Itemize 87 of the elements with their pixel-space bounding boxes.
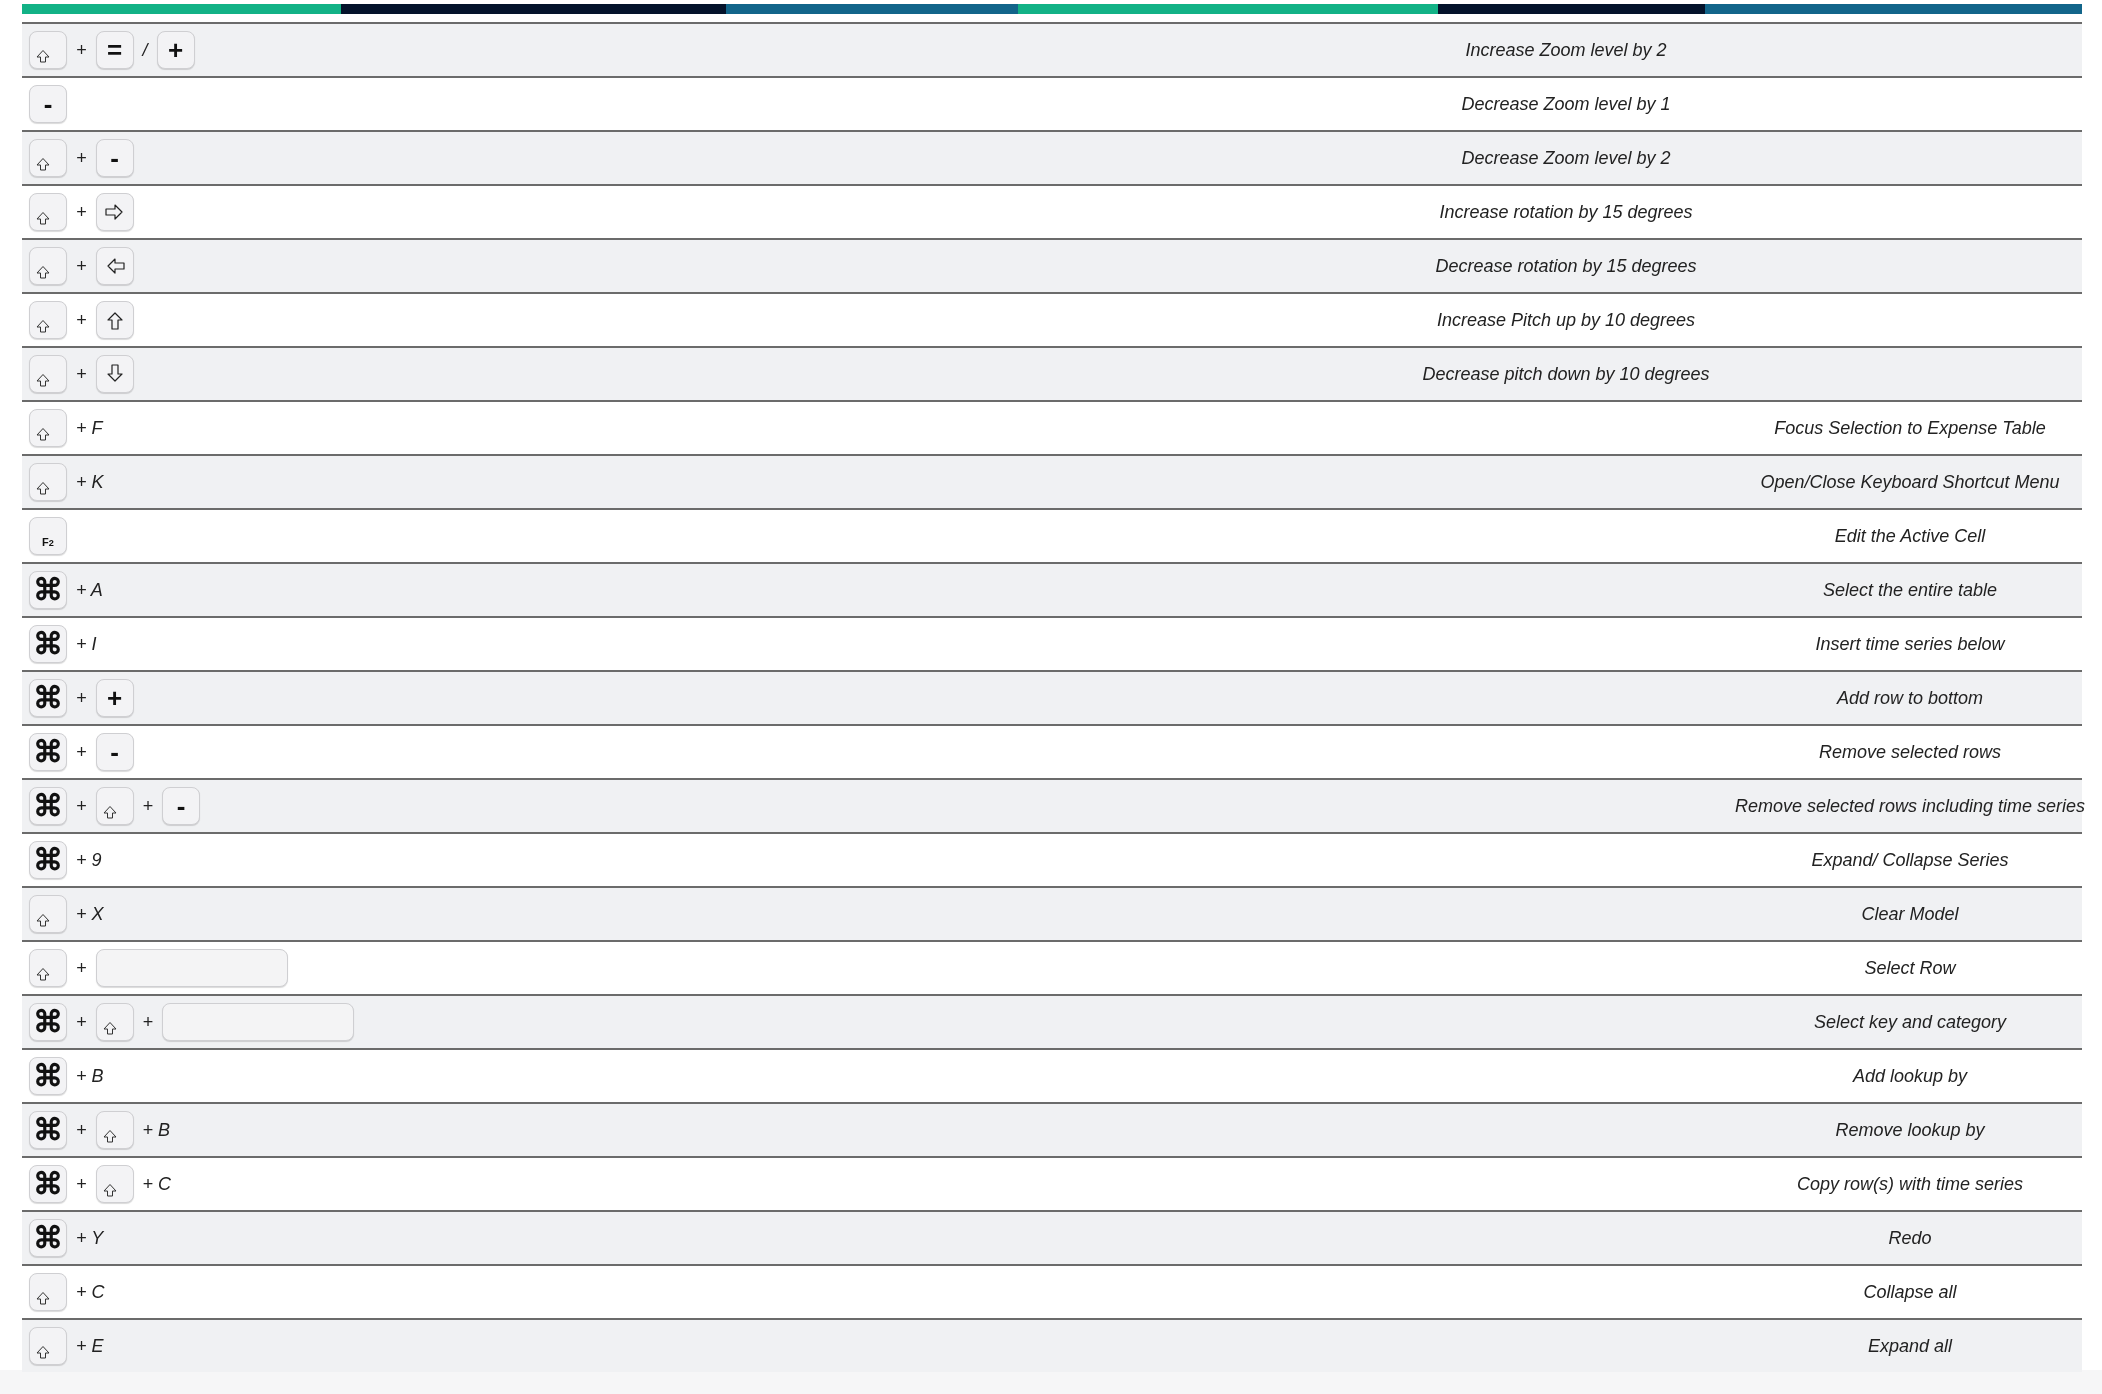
shortcut-description: Copy row(s) with time series xyxy=(1796,1173,2023,1195)
shortcut-description: Remove selected rows including time series xyxy=(1734,795,2086,817)
key-separator: + xyxy=(76,255,87,277)
key-separator: + xyxy=(76,1119,87,1141)
shortcut-description: Decrease rotation by 15 degrees xyxy=(1435,255,1697,277)
shift-icon xyxy=(102,1021,117,1035)
shift-icon xyxy=(102,1129,117,1143)
shift-icon xyxy=(102,1183,117,1197)
key-separator: + xyxy=(142,1011,154,1033)
key-separator: + xyxy=(76,1173,87,1195)
shift-icon xyxy=(36,967,50,981)
key-separator: + xyxy=(76,741,87,763)
command-key: ⌘ xyxy=(29,1219,67,1257)
shortcut-description: Add row to bottom xyxy=(1836,687,1984,709)
shortcut-description: Decrease pitch down by 10 degrees xyxy=(1422,363,1710,385)
key-separator: + xyxy=(76,795,87,817)
shortcut-description: Insert time series below xyxy=(1815,633,2005,655)
key-separator: + A xyxy=(76,579,103,601)
key-separator: + xyxy=(142,795,154,817)
shortcut-description: Collapse all xyxy=(1863,1281,1957,1303)
shortcut-description: Expand/ Collapse Series xyxy=(1811,849,2009,871)
shortcut-description: Select key and category xyxy=(1813,1011,2007,1033)
shortcut-description: Redo xyxy=(1888,1227,1932,1249)
shift-icon xyxy=(36,427,50,441)
shift-icon xyxy=(36,1291,50,1305)
shortcut-description: Clear Model xyxy=(1861,903,1959,925)
key-separator: + xyxy=(76,363,87,385)
key-separator: + 9 xyxy=(76,849,102,871)
keyboard-key: - xyxy=(29,85,67,123)
keyboard-key: = xyxy=(95,31,134,69)
shift-icon xyxy=(36,913,50,927)
command-key: ⌘ xyxy=(29,625,67,663)
shift-icon xyxy=(36,157,50,171)
key-separator: + B xyxy=(142,1119,171,1141)
command-key: ⌘ xyxy=(29,841,67,879)
key-separator: + B xyxy=(76,1065,104,1087)
command-key: ⌘ xyxy=(29,679,67,717)
command-key: ⌘ xyxy=(29,787,67,825)
shift-icon xyxy=(36,319,50,333)
key-separator: + C xyxy=(76,1281,105,1303)
shortcut-description: Remove selected rows xyxy=(1818,741,2002,763)
shift-icon xyxy=(36,211,50,225)
command-key: ⌘ xyxy=(29,733,67,771)
shortcut-description: Remove lookup by xyxy=(1835,1119,1985,1141)
command-key: ⌘ xyxy=(29,1165,67,1203)
key-separator: + xyxy=(76,957,87,979)
shortcut-description: Focus Selection to Expense Table xyxy=(1774,417,2046,439)
shortcut-description: Select Row xyxy=(1864,957,1956,979)
shift-icon xyxy=(102,805,117,819)
key-separator: + xyxy=(76,687,87,709)
shift-icon xyxy=(36,481,50,495)
key-separator: + F xyxy=(76,417,103,439)
keyboard-key: - xyxy=(95,139,134,177)
shortcut-description: Select the entire table xyxy=(1822,579,1998,601)
keyboard-key: + xyxy=(95,679,134,717)
shortcut-description: Expand all xyxy=(1867,1335,1953,1357)
key-separator: + xyxy=(76,1011,87,1033)
key-separator: + xyxy=(76,39,87,61)
keyboard-key: + xyxy=(156,31,195,69)
keyboard-key: - xyxy=(95,733,134,771)
shortcut-description: Add lookup by xyxy=(1852,1065,1968,1087)
key-separator: + K xyxy=(76,471,104,493)
key-separator: / xyxy=(142,39,148,61)
key-separator: + xyxy=(76,309,87,331)
command-key: ⌘ xyxy=(29,1003,67,1041)
key-separator: + xyxy=(76,201,87,223)
key-separator: + Y xyxy=(76,1227,104,1249)
keyboard-key: - xyxy=(162,787,201,825)
shortcut-description: Open/Close Keyboard Shortcut Menu xyxy=(1760,471,2060,493)
shift-icon xyxy=(36,373,50,387)
shortcut-description: Increase Pitch up by 10 degrees xyxy=(1436,309,1696,331)
shortcut-description: Increase Zoom level by 2 xyxy=(1465,39,1667,61)
shortcut-description: Edit the Active Cell xyxy=(1834,525,1986,547)
key-separator: + xyxy=(76,147,87,169)
command-key: ⌘ xyxy=(29,1111,67,1149)
key-separator: + X xyxy=(76,903,104,925)
shift-icon xyxy=(36,265,50,279)
key-separator: + I xyxy=(76,633,97,655)
command-key: ⌘ xyxy=(29,1057,67,1095)
shortcut-description: Decrease Zoom level by 2 xyxy=(1461,147,1671,169)
shift-icon xyxy=(36,49,50,63)
command-key: ⌘ xyxy=(29,571,67,609)
shortcut-description: Decrease Zoom level by 1 xyxy=(1461,93,1671,115)
shortcut-description: Increase rotation by 15 degrees xyxy=(1439,201,1693,223)
shift-icon xyxy=(36,1345,50,1359)
key-separator: + E xyxy=(76,1335,104,1357)
key-separator: + C xyxy=(142,1173,172,1195)
